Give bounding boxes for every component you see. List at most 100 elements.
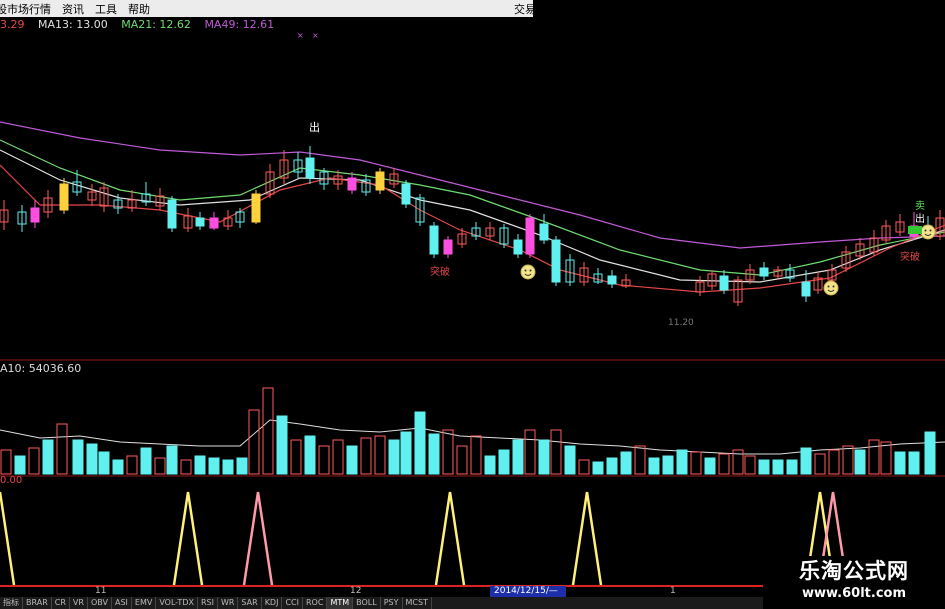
- kline-chart[interactable]: 出 卖 出 突破 突破 11.20 × ×: [0, 0, 945, 609]
- candle-body: [401, 183, 411, 205]
- candlesticks: [0, 146, 945, 306]
- sell-marker-icon: [908, 226, 922, 234]
- marker-x-icon: ×: [297, 31, 304, 40]
- volume-bar: [112, 459, 124, 475]
- volume-legend: A10: 54036.60: [0, 362, 82, 375]
- volume-bar: [346, 445, 358, 475]
- volume-bar: [236, 457, 248, 475]
- signal-sell-right: 卖: [915, 200, 925, 212]
- volume-bar: [180, 459, 192, 475]
- volume-bar: [0, 449, 12, 475]
- tab-brar[interactable]: BRAR: [23, 597, 52, 609]
- signal-spike: [172, 491, 204, 586]
- candle-body: [607, 275, 617, 285]
- candle-body: [251, 193, 261, 223]
- tab-vr[interactable]: VR: [70, 597, 88, 609]
- volume-bar: [538, 439, 550, 475]
- watermark-url: www.60lt.com: [801, 586, 907, 601]
- smiley-eye: [832, 285, 835, 288]
- volume-bar: [304, 435, 316, 475]
- smiley-eye: [924, 229, 927, 232]
- smiley-eye: [827, 285, 830, 288]
- volume-bar: [880, 441, 892, 475]
- date-tick-1: 1: [670, 586, 676, 596]
- smiley-icon: [823, 280, 839, 296]
- candle-body: [759, 267, 769, 277]
- tab-mcst[interactable]: MCST: [403, 597, 432, 609]
- candle-body: [305, 157, 315, 179]
- candle-body: [375, 171, 385, 191]
- volume-bar: [248, 409, 260, 475]
- ma21-line: [0, 139, 945, 276]
- price-readout: 11.20: [668, 318, 694, 328]
- volume-bar: [332, 439, 344, 475]
- volume-bar: [842, 445, 854, 475]
- tab-wr[interactable]: WR: [218, 597, 239, 609]
- volume-bar: [498, 449, 510, 475]
- tab-mtm[interactable]: MTM: [327, 597, 354, 609]
- volume-bar: [894, 451, 906, 475]
- signal-out-right: 出: [915, 212, 925, 225]
- tab-emv[interactable]: EMV: [132, 597, 157, 609]
- volume-bar: [868, 439, 880, 475]
- volume-bar: [86, 443, 98, 475]
- volume-bar: [718, 453, 730, 475]
- smiley-eye: [529, 269, 532, 272]
- smiley-icon: [920, 224, 936, 240]
- volume-bar: [318, 445, 330, 475]
- volume-bar: [126, 455, 138, 475]
- volume-bar: [222, 459, 234, 475]
- signal-spike: [434, 491, 466, 586]
- tab-roc[interactable]: ROC: [303, 597, 328, 609]
- candle-body: [209, 217, 219, 229]
- tab-asi[interactable]: ASI: [112, 597, 132, 609]
- volume-bar: [154, 457, 166, 475]
- candle-body: [525, 217, 535, 255]
- tab-kdj[interactable]: KDJ: [262, 597, 283, 609]
- tab-psy[interactable]: PSY: [381, 597, 403, 609]
- volume-bar: [786, 459, 798, 475]
- candle-body: [167, 199, 177, 229]
- volume-bar: [578, 459, 590, 475]
- volume-bar: [606, 457, 618, 475]
- volume-bar: [524, 429, 536, 475]
- date-tick-11: 11: [95, 586, 107, 596]
- candle-body: [539, 223, 549, 241]
- volume-bar: [648, 457, 660, 475]
- candle-body: [59, 183, 69, 211]
- volume-bar: [662, 455, 674, 475]
- volume-bar: [512, 439, 524, 475]
- tab-cr[interactable]: CR: [52, 597, 70, 609]
- volume-bar: [290, 439, 302, 475]
- volume-bar: [360, 437, 372, 475]
- smiley-eye: [929, 229, 932, 232]
- volume-bar: [166, 445, 178, 475]
- volume-bar: [828, 449, 840, 475]
- tab-vol-tdx[interactable]: VOL-TDX: [156, 597, 198, 609]
- tab-indicator[interactable]: 指标: [0, 597, 23, 609]
- volume-bar: [772, 459, 784, 475]
- volume-bar: [564, 445, 576, 475]
- tab-sar[interactable]: SAR: [238, 597, 262, 609]
- tab-cci[interactable]: CCI: [282, 597, 303, 609]
- candle-body: [801, 281, 811, 297]
- volume-bar: [374, 435, 386, 475]
- candle-body: [551, 239, 561, 283]
- volume-bar: [72, 439, 84, 475]
- volume-bar: [484, 455, 496, 475]
- volume-bar: [704, 457, 716, 475]
- volume-bar: [456, 445, 468, 475]
- moving-average-lines: [0, 121, 945, 293]
- tab-boll[interactable]: BOLL: [353, 597, 381, 609]
- tab-obv[interactable]: OBV: [88, 597, 112, 609]
- signal-break-1: 突破: [430, 265, 450, 278]
- signal-out-top: 出: [309, 120, 320, 134]
- tab-rsi[interactable]: RSI: [198, 597, 218, 609]
- volume-bar: [744, 455, 756, 475]
- cursor-date: 2014/12/15/—: [490, 586, 566, 597]
- volume-bar: [194, 455, 206, 475]
- volume-bar: [140, 447, 152, 475]
- volume-bar: [814, 453, 826, 475]
- candle-body: [513, 239, 523, 255]
- volume-bar: [634, 445, 646, 475]
